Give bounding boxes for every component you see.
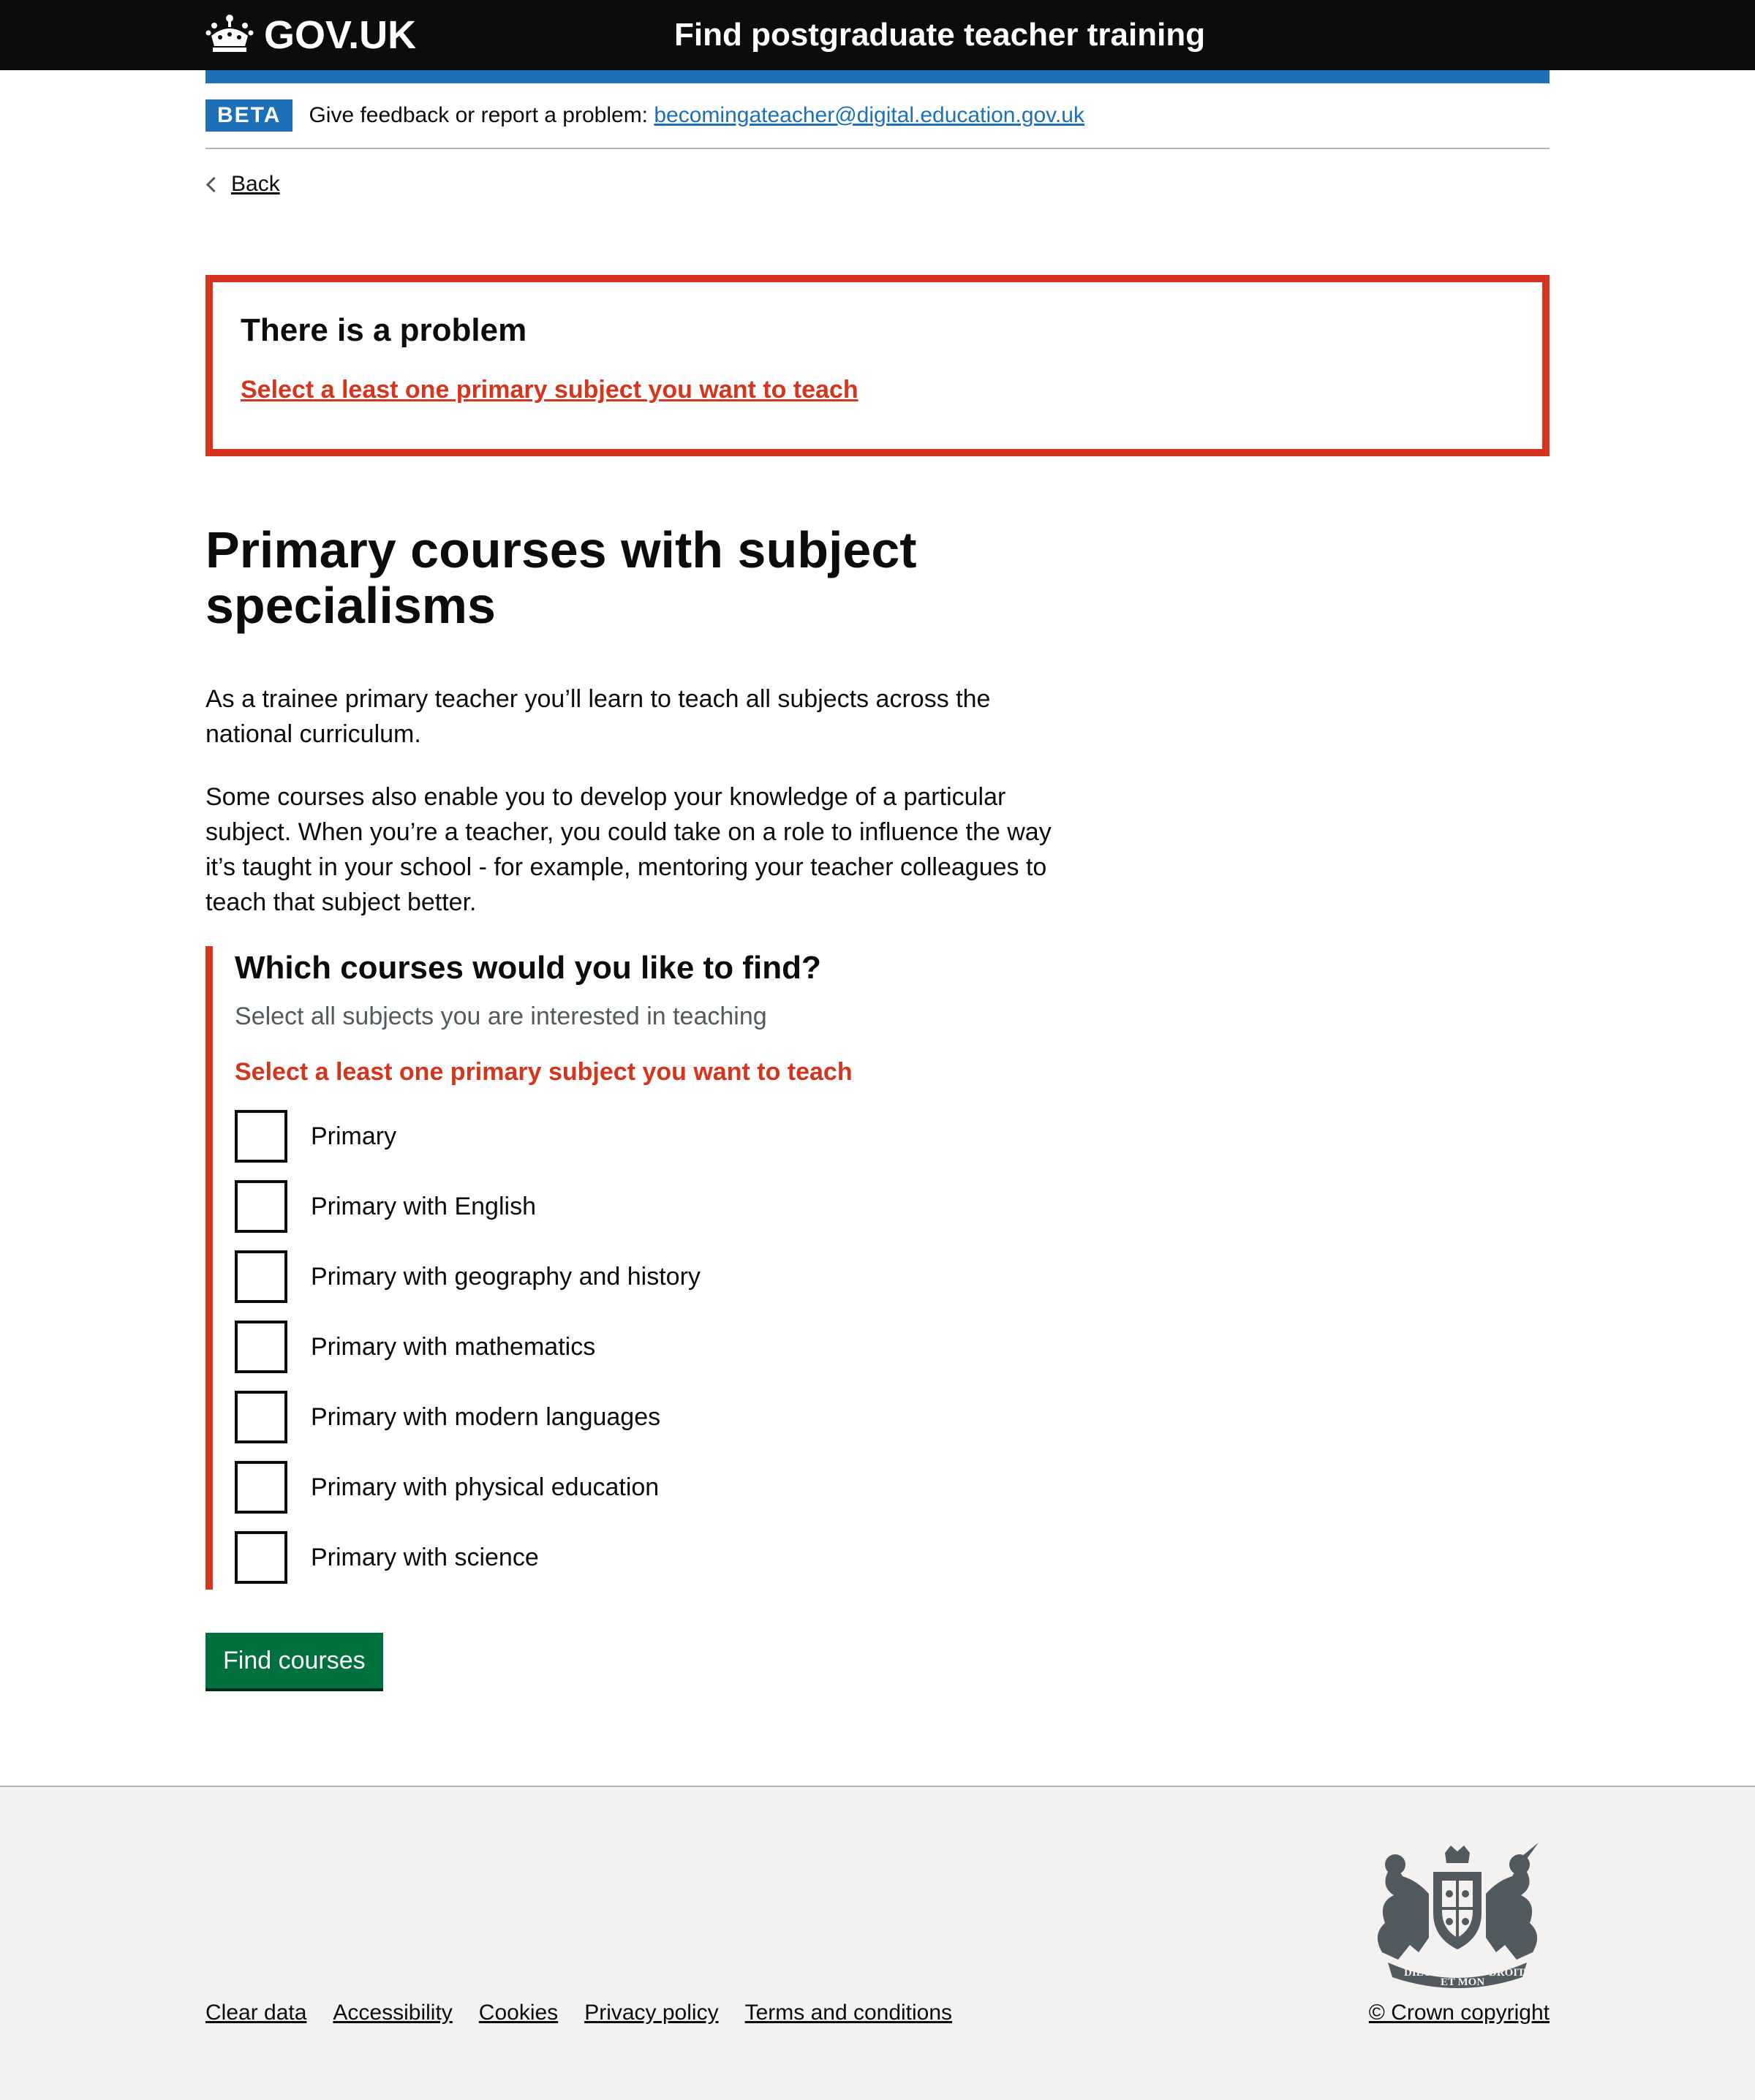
checkbox-label[interactable]: Primary with modern languages bbox=[311, 1401, 660, 1433]
footer-link-clear-data[interactable]: Clear data bbox=[205, 2001, 306, 2025]
royal-coat-of-arms: DIEU ET MON DROIT bbox=[1366, 1843, 1549, 1992]
footer-link-cookies[interactable]: Cookies bbox=[479, 2001, 558, 2025]
logo-text: GOV.UK bbox=[264, 13, 417, 57]
error-summary-link[interactable]: Select a least one primary subject you w… bbox=[241, 376, 858, 404]
form-error-message: Select a least one primary subject you w… bbox=[235, 1058, 853, 1086]
phase-banner-text: Give feedback or report a problem: becom… bbox=[309, 103, 1084, 128]
checkbox-item-primary[interactable]: Primary bbox=[235, 1101, 1083, 1171]
phase-banner: BETA Give feedback or report a problem: … bbox=[205, 83, 1550, 149]
crown-icon bbox=[205, 14, 254, 57]
intro-paragraph-2-line3: it’s taught in your school - for example… bbox=[205, 853, 1047, 881]
checkbox-item-primary-english[interactable]: Primary with English bbox=[235, 1171, 1083, 1242]
intro-paragraph-2: Some courses also enable you to develop … bbox=[205, 779, 1083, 920]
checkbox-label[interactable]: Primary with science bbox=[311, 1541, 539, 1574]
error-summary: There is a problem Select a least one pr… bbox=[205, 275, 1550, 456]
site-header: GOV.UK Find postgraduate teacher trainin… bbox=[0, 0, 1755, 70]
intro-paragraph-2-line1: Some courses also enable you to develop … bbox=[205, 783, 1006, 811]
intro-paragraph-1: As a trainee primary teacher you’ll lear… bbox=[205, 681, 1083, 752]
checkbox-list: Primary Primary with English Primary wit… bbox=[235, 1101, 1083, 1593]
intro-paragraph-1-line2: national curriculum. bbox=[205, 720, 421, 748]
crown-copyright-link[interactable]: © Crown copyright bbox=[1369, 2001, 1550, 2025]
checkbox-primary-geography-history[interactable] bbox=[235, 1250, 287, 1303]
feedback-email-link[interactable]: becomingateacher@digital.education.gov.u… bbox=[654, 103, 1084, 127]
footer-links: Clear data Accessibility Cookies Privacy… bbox=[205, 2001, 952, 2025]
checkbox-item-primary-modern-languages[interactable]: Primary with modern languages bbox=[235, 1382, 1083, 1452]
crest-motto-left: DIEU bbox=[1404, 1967, 1432, 1979]
checkbox-item-primary-physical-education[interactable]: Primary with physical education bbox=[235, 1452, 1083, 1522]
feedback-text: Give feedback or report a problem: bbox=[309, 103, 649, 127]
footer-link-privacy-policy[interactable]: Privacy policy bbox=[584, 2001, 718, 2025]
checkbox-primary-science[interactable] bbox=[235, 1531, 287, 1584]
service-name-link[interactable]: Find postgraduate teacher training bbox=[674, 15, 1205, 56]
find-courses-button[interactable]: Find courses bbox=[205, 1633, 383, 1688]
checkbox-item-primary-science[interactable]: Primary with science bbox=[235, 1522, 1083, 1593]
intro-paragraph-2-line2: subject. When you’re a teacher, you coul… bbox=[205, 818, 1052, 846]
intro-paragraph-1-line1: As a trainee primary teacher you’ll lear… bbox=[205, 685, 991, 713]
checkbox-item-primary-mathematics[interactable]: Primary with mathematics bbox=[235, 1312, 1083, 1382]
footer-link-terms[interactable]: Terms and conditions bbox=[745, 2001, 952, 2025]
back-link-label: Back bbox=[231, 172, 280, 196]
footer-link-accessibility[interactable]: Accessibility bbox=[333, 2001, 452, 2025]
checkbox-label[interactable]: Primary with geography and history bbox=[311, 1261, 701, 1293]
checkbox-primary-physical-education[interactable] bbox=[235, 1461, 287, 1514]
checkbox-primary-modern-languages[interactable] bbox=[235, 1391, 287, 1443]
back-link[interactable]: Back bbox=[205, 168, 280, 200]
header-blue-bar bbox=[205, 70, 1550, 83]
checkbox-label[interactable]: Primary with physical education bbox=[311, 1471, 659, 1503]
form-legend: Which courses would you like to find? bbox=[235, 950, 821, 986]
checkbox-primary[interactable] bbox=[235, 1110, 287, 1163]
checkbox-label[interactable]: Primary bbox=[311, 1120, 396, 1152]
checkbox-item-primary-geography-history[interactable]: Primary with geography and history bbox=[235, 1242, 1083, 1312]
checkbox-primary-english[interactable] bbox=[235, 1180, 287, 1233]
beta-tag: BETA bbox=[205, 99, 293, 132]
crest-motto-center: ET MON bbox=[1441, 1976, 1484, 1988]
checkbox-label[interactable]: Primary with mathematics bbox=[311, 1331, 595, 1363]
form-hint: Select all subjects you are interested i… bbox=[235, 1002, 767, 1030]
error-summary-title: There is a problem bbox=[241, 312, 527, 348]
chevron-left-icon bbox=[205, 176, 222, 192]
page-title-line1: Primary courses with subject bbox=[205, 521, 917, 578]
checkbox-primary-mathematics[interactable] bbox=[235, 1321, 287, 1373]
intro-paragraph-2-line4: teach that subject better. bbox=[205, 888, 477, 916]
crest-motto-right: DROIT bbox=[1489, 1967, 1525, 1979]
govuk-logo-link[interactable]: GOV.UK bbox=[205, 12, 416, 58]
checkbox-label[interactable]: Primary with English bbox=[311, 1190, 536, 1223]
page-title-line2: specialisms bbox=[205, 577, 496, 634]
subjects-form-group: Which courses would you like to find? Se… bbox=[205, 946, 1083, 1590]
site-footer: DIEU ET MON DROIT Clear data Accessibili… bbox=[0, 1786, 1755, 2100]
page-title: Primary courses with subject specialisms bbox=[205, 522, 1083, 633]
